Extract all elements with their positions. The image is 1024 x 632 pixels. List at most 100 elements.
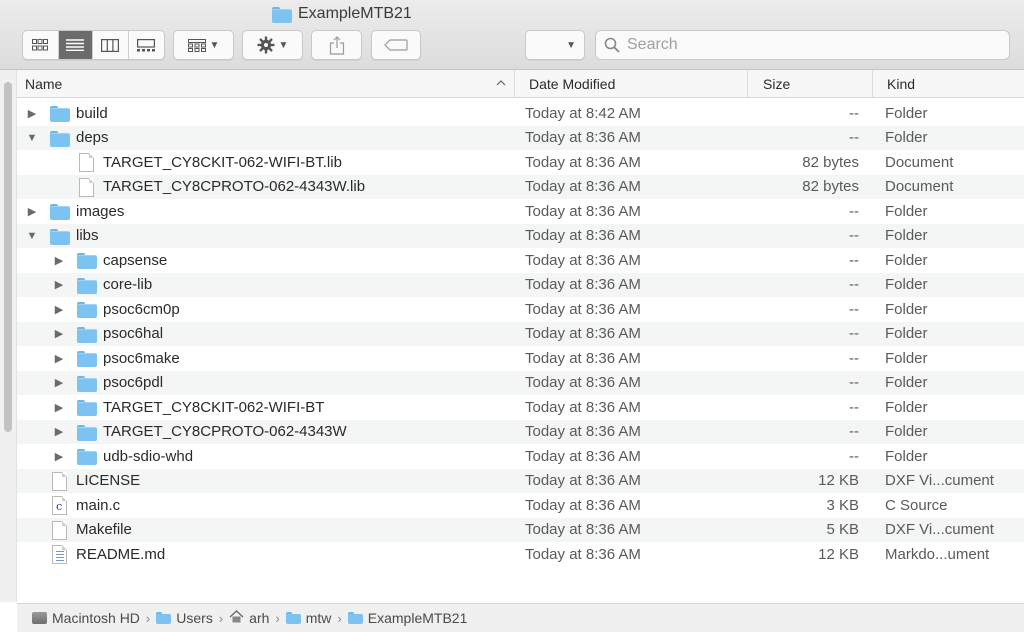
file-kind: C Source [885, 496, 948, 514]
file-kind: Markdo...ument [885, 545, 990, 563]
file-row[interactable]: ▶ TARGET_CY8CKIT-062-WIFI-BT Today at 8:36… [17, 395, 1024, 420]
share-button-inner[interactable] [312, 31, 361, 59]
file-size: -- [849, 374, 859, 392]
folder-icon [77, 449, 97, 465]
group-grid-icon [187, 38, 206, 52]
file-date: Today at 8:36 AM [525, 153, 641, 171]
file-size: 3 KB [826, 496, 859, 514]
toolbar-dropdown-button[interactable]: ▼ [526, 31, 584, 59]
folder-icon [77, 326, 97, 343]
column-header-size[interactable]: Size [748, 70, 873, 97]
file-kind: Folder [885, 325, 928, 343]
file-row[interactable]: ▶ psoc6pdl Today at 8:36 AM -- Folder [17, 370, 1024, 395]
column-view-button[interactable] [93, 31, 129, 59]
path-crumb[interactable]: Users [156, 610, 213, 626]
file-name: TARGET_CY8CPROTO-062-4343W.lib [103, 178, 366, 196]
column-header-date[interactable]: Date Modified [515, 70, 748, 97]
file-row[interactable]: TARGET_CY8CKIT-062-WIFI-BT.lib Today at 8… [17, 150, 1024, 175]
file-row[interactable]: c main.c Today at 8:36 AM 3 KB C Source [17, 493, 1024, 518]
gallery-view-button[interactable] [129, 31, 164, 59]
file-row[interactable]: ▶ build Today at 8:42 AM -- Folder [17, 101, 1024, 126]
disclosure-collapsed-icon[interactable]: ▶ [53, 303, 65, 316]
file-row[interactable]: Makefile Today at 8:36 AM 5 KB DXF Vi...cum… [17, 517, 1024, 542]
window-title: ExampleMTB21 [272, 4, 412, 24]
tags-button[interactable] [371, 30, 421, 60]
file-kind: Folder [885, 447, 928, 465]
file-row[interactable]: ▶ images Today at 8:36 AM -- Folder [17, 199, 1024, 224]
action-dropdown[interactable]: ▼ [242, 30, 303, 60]
group-by-button[interactable]: ▼ [174, 31, 233, 59]
search-field[interactable] [595, 30, 1010, 60]
file-date: Today at 8:36 AM [525, 251, 641, 269]
column-header-name[interactable]: Name [17, 70, 515, 97]
file-row[interactable]: ▶ psoc6cm0p Today at 8:36 AM -- Folder [17, 297, 1024, 322]
gear-icon [257, 36, 275, 54]
file-date: Today at 8:36 AM [525, 447, 641, 465]
action-button[interactable]: ▼ [243, 31, 302, 59]
column-header-kind[interactable]: Kind [873, 70, 1024, 97]
disclosure-collapsed-icon[interactable]: ▶ [53, 401, 65, 414]
disclosure-collapsed-icon[interactable]: ▶ [26, 107, 38, 120]
file-date: Today at 8:42 AM [525, 104, 641, 122]
disclosure-collapsed-icon[interactable]: ▶ [53, 254, 65, 267]
gallery-icon [137, 38, 156, 51]
columns-icon [101, 38, 120, 52]
file-date: Today at 8:36 AM [525, 374, 641, 392]
path-crumb-label: ExampleMTB21 [367, 610, 468, 626]
file-date: Today at 8:36 AM [525, 325, 641, 343]
file-size: -- [849, 202, 859, 220]
folder-icon [77, 351, 97, 367]
path-crumb[interactable]: arh [229, 610, 269, 626]
file-row[interactable]: ▼ deps Today at 8:36 AM -- Folder [17, 125, 1024, 150]
column-header-name-label: Name [25, 75, 63, 92]
finder-toolbar: ExampleMTB21 ▼ ▼ ▼ Search [0, 0, 1024, 70]
file-size: -- [849, 300, 859, 318]
folder-icon [272, 6, 292, 23]
file-name-cell: ▶ images [17, 199, 515, 224]
file-kind: Folder [885, 349, 928, 367]
file-row[interactable]: LICENSE Today at 8:36 AM 12 KB DXF Vi...cum… [17, 468, 1024, 494]
disclosure-expanded-icon[interactable]: ▼ [26, 132, 38, 144]
disclosure-collapsed-icon[interactable]: ▶ [53, 279, 65, 291]
disclosure-collapsed-icon[interactable]: ▶ [53, 426, 65, 438]
file-row[interactable]: ▶ psoc6make Today at 8:36 AM -- Folder [17, 346, 1024, 371]
disclosure-collapsed-icon[interactable]: ▶ [26, 205, 38, 218]
disclosure-expanded-icon[interactable]: ▼ [26, 230, 38, 242]
file-row[interactable]: README.md Today at 8:36 AM 12 KB Markdo...u… [17, 542, 1024, 567]
list-view-button[interactable] [58, 31, 94, 59]
file-name: psoc6make [103, 349, 180, 367]
tags-button-inner[interactable] [372, 31, 420, 59]
file-row[interactable]: ▼ libs Today at 8:36 AM -- Folder [17, 223, 1024, 248]
disclosure-collapsed-icon[interactable]: ▶ [53, 450, 65, 463]
share-button[interactable] [311, 30, 362, 60]
file-row[interactable]: ▶ TARGET_CY8CPROTO-062-4343W Today at 8:36… [17, 419, 1024, 444]
column-header-date-label: Date Modified [529, 75, 616, 92]
column-header: Name Date Modified Size Kind [17, 70, 1024, 98]
file-size: -- [849, 398, 859, 416]
disclosure-collapsed-icon[interactable]: ▶ [53, 377, 65, 389]
file-row[interactable]: ▶ core-lib Today at 8:36 AM -- Folder [17, 272, 1024, 297]
document-icon [79, 153, 94, 172]
file-name-cell: LICENSE [17, 469, 515, 494]
icon-view-button[interactable] [23, 31, 59, 59]
file-row[interactable]: ▶ psoc6hal Today at 8:36 AM -- Folder [17, 321, 1024, 346]
search-icon [604, 37, 620, 53]
file-row[interactable]: ▶ capsense Today at 8:36 AM -- Folder [17, 248, 1024, 273]
chevron-right-icon: › [218, 610, 224, 626]
path-crumb[interactable]: Macintosh HD [32, 610, 140, 626]
path-crumb[interactable]: mtw [285, 610, 331, 626]
toolbar-dropdown[interactable]: ▼ [525, 30, 585, 60]
file-kind: DXF Vi...cument [885, 521, 994, 539]
file-row[interactable]: TARGET_CY8CPROTO-062-4343W.lib Today at 8… [17, 174, 1024, 199]
group-by-dropdown[interactable]: ▼ [173, 30, 234, 60]
path-crumb[interactable]: ExampleMTB21 [347, 610, 468, 626]
disclosure-collapsed-icon[interactable]: ▶ [53, 328, 65, 340]
disclosure-collapsed-icon[interactable]: ▶ [53, 352, 65, 365]
scroll-thumb[interactable] [4, 82, 12, 432]
file-name: TARGET_CY8CPROTO-062-4343W [103, 423, 347, 441]
vertical-scrollbar[interactable] [0, 70, 17, 602]
search-input[interactable] [627, 36, 987, 54]
file-row[interactable]: ▶ udb-sdio-whd Today at 8:36 AM -- Folder [17, 444, 1024, 469]
file-name: LICENSE [76, 472, 141, 490]
file-kind: Document [885, 178, 954, 196]
